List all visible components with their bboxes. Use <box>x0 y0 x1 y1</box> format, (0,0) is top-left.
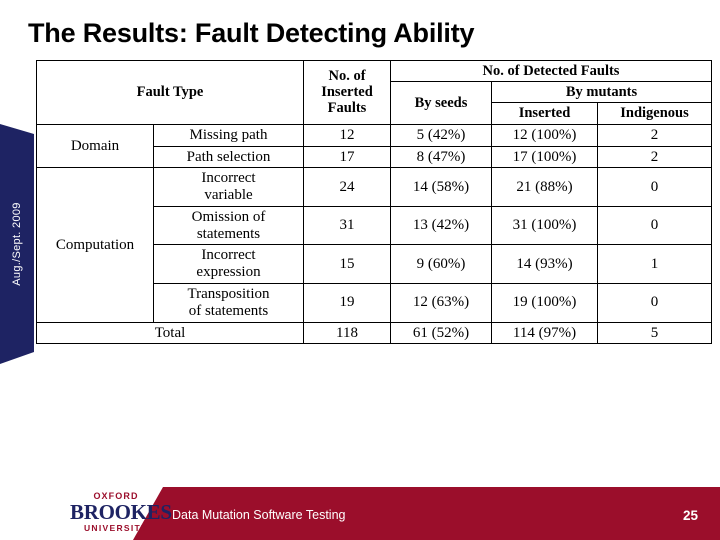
cell-category: Domain <box>36 123 154 169</box>
header-by-mutants: By mutants <box>490 81 713 104</box>
cell-subtype: Path selection <box>153 145 304 169</box>
cell-mutants-indigenous: 0 <box>596 205 713 246</box>
cell-by-seeds: 12 (63%) <box>390 283 492 323</box>
cell-subtype-line1: Transposition <box>187 286 270 303</box>
page-number: 25 <box>682 508 698 523</box>
cell-total-mutants-inserted: 114 (97%) <box>491 321 598 345</box>
side-banner: Aug./Sept. 2009 <box>0 124 34 364</box>
footer-text: Data Mutation Software Testing <box>172 508 346 522</box>
cell-subtype: Incorrect expression <box>153 244 304 285</box>
header-fault-type: Fault Type <box>36 60 304 125</box>
header-detected-faults: No. of Detected Faults <box>389 59 713 83</box>
side-banner-label: Aug./Sept. 2009 <box>11 202 23 286</box>
cell-inserted: 15 <box>303 244 391 285</box>
table-total-row: Total 118 61 (52%) 114 (97%) 5 <box>36 321 713 345</box>
cell-mutants-inserted: 14 (93%) <box>491 244 598 285</box>
header-inserted-faults-line2: Inserted <box>321 84 373 101</box>
university-logo: OXFORD BROOKES UNIVERSITY <box>70 492 172 533</box>
cell-inserted: 24 <box>303 167 391 207</box>
logo-line-university: UNIVERSITY <box>83 523 148 533</box>
cell-subtype: Omission of statements <box>153 205 304 246</box>
cell-mutants-inserted: 12 (100%) <box>491 123 598 147</box>
cell-inserted: 19 <box>303 283 391 323</box>
cell-inserted: 31 <box>303 205 391 246</box>
logo-line-brookes: BROOKES <box>70 500 172 524</box>
table-row: Computation Incorrect variable 24 14 (58… <box>36 167 713 323</box>
cell-subtype-line2: statements <box>196 225 261 242</box>
cell-subtype-line2: expression <box>196 264 261 281</box>
header-by-seeds: By seeds <box>390 81 492 125</box>
cell-subtype-line1: Incorrect <box>201 247 256 264</box>
header-inserted-faults: No. of Inserted Faults <box>303 60 391 125</box>
cell-mutants-indigenous: 2 <box>596 145 713 169</box>
cell-total-label: Total <box>36 321 304 345</box>
header-mutants-inserted: Inserted <box>491 102 598 125</box>
cell-by-seeds: 9 (60%) <box>390 244 492 285</box>
page-title: The Results: Fault Detecting Ability <box>28 18 475 48</box>
cell-subtype: Missing path <box>153 123 304 147</box>
cell-mutants-indigenous: 0 <box>596 167 713 207</box>
cell-total-inserted: 118 <box>303 321 391 345</box>
table-header-row-1: Fault Type No. of Inserted Faults No. of… <box>36 59 713 125</box>
cell-by-seeds: 13 (42%) <box>390 205 492 246</box>
cell-inserted: 17 <box>303 145 391 169</box>
cell-mutants-inserted: 31 (100%) <box>491 205 598 246</box>
cell-subtype-line2: of statements <box>188 302 269 319</box>
cell-mutants-inserted: 17 (100%) <box>491 145 598 169</box>
cell-mutants-indigenous: 2 <box>596 123 713 147</box>
table-row: Domain Missing path 12 5 (42%) 12 (100%)… <box>36 123 713 169</box>
cell-mutants-indigenous: 0 <box>596 283 713 323</box>
header-mutants-indigenous: Indigenous <box>596 102 713 125</box>
cell-subtype: Transposition of statements <box>153 283 304 323</box>
cell-by-seeds: 14 (58%) <box>390 167 492 207</box>
cell-total-mutants-indigenous: 5 <box>596 321 713 345</box>
header-inserted-faults-line3: Faults <box>327 100 367 117</box>
cell-subtype-line1: Incorrect <box>201 170 256 187</box>
cell-total-by-seeds: 61 (52%) <box>390 321 492 345</box>
cell-mutants-inserted: 21 (88%) <box>491 167 598 207</box>
results-table: Fault Type No. of Inserted Faults No. of… <box>36 59 713 345</box>
cell-by-seeds: 8 (47%) <box>390 145 492 169</box>
cell-subtype-line1: Omission of <box>191 208 266 225</box>
cell-mutants-indigenous: 1 <box>596 244 713 285</box>
cell-inserted: 12 <box>303 123 391 147</box>
cell-mutants-inserted: 19 (100%) <box>491 283 598 323</box>
header-inserted-faults-line1: No. of <box>328 68 366 84</box>
cell-subtype: Incorrect variable <box>153 167 304 207</box>
cell-category: Computation <box>36 167 154 323</box>
cell-by-seeds: 5 (42%) <box>390 123 492 147</box>
cell-subtype-line2: variable <box>204 187 253 204</box>
